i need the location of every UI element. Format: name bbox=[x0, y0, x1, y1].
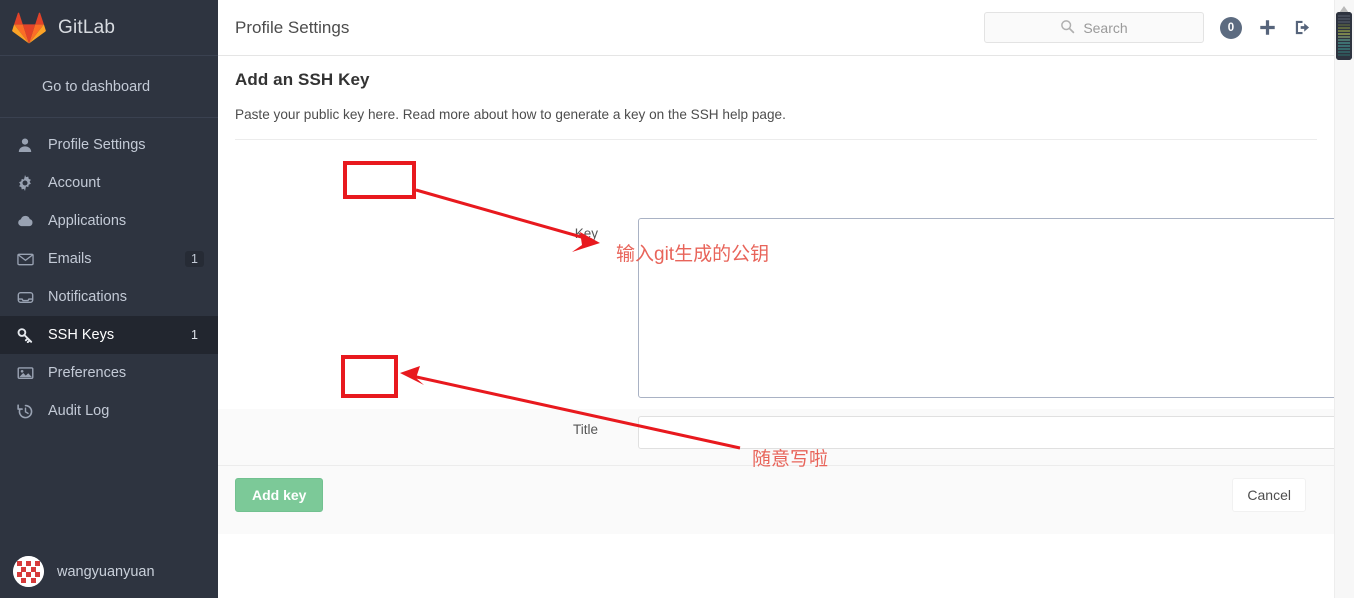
brand-name: GitLab bbox=[58, 16, 116, 38]
panel-header: Add an SSH Key Paste your public key her… bbox=[218, 56, 1334, 122]
go-to-dashboard-link[interactable]: Go to dashboard bbox=[0, 56, 218, 118]
sidebar-nav: Profile Settings Account Applications Email… bbox=[0, 118, 218, 430]
sidebar-username: wangyuanyuan bbox=[57, 563, 155, 580]
sidebar-item-audit-log[interactable]: Audit Log bbox=[0, 392, 218, 430]
envelope-icon bbox=[16, 250, 34, 268]
go-to-dashboard-label: Go to dashboard bbox=[42, 78, 151, 95]
user-icon bbox=[16, 136, 34, 154]
sidebar-item-label: Notifications bbox=[48, 289, 127, 305]
sidebar-item-label: Preferences bbox=[48, 365, 127, 381]
sidebar-item-label: Account bbox=[48, 175, 101, 191]
page-scrollbar-track[interactable] bbox=[1334, 0, 1354, 598]
key-annotation-text: 输入git生成的公钥 bbox=[616, 244, 770, 265]
sidebar-item-label: Audit Log bbox=[48, 403, 110, 419]
section-heading: Add an SSH Key bbox=[235, 70, 370, 89]
title-annotation-text: 随意写啦 bbox=[752, 449, 829, 470]
sidebar-user[interactable]: wangyuanyuan bbox=[0, 545, 218, 598]
sidebar-item-notifications[interactable]: Notifications bbox=[0, 278, 218, 316]
sidebar-item-label: Profile Settings bbox=[48, 137, 146, 153]
sidebar: GitLab Go to dashboard Profile Settings A… bbox=[0, 0, 218, 598]
cancel-button[interactable]: Cancel bbox=[1232, 478, 1306, 512]
scroll-up-arrow-icon[interactable] bbox=[1338, 2, 1350, 13]
sidebar-item-ssh-keys[interactable]: SSH Keys 1 bbox=[0, 316, 218, 354]
page-title: Profile Settings bbox=[235, 17, 350, 37]
form-footer: Add key Cancel bbox=[218, 465, 1334, 534]
search-placeholder: Search bbox=[1083, 19, 1128, 36]
section-description: Paste your public key here. Read more ab… bbox=[235, 107, 786, 122]
sidebar-item-emails[interactable]: Emails 1 bbox=[0, 240, 218, 278]
sidebar-item-preferences[interactable]: Preferences bbox=[0, 354, 218, 392]
sidebar-item-label: Emails bbox=[48, 251, 92, 267]
gitlab-page: GitLab Go to dashboard Profile Settings A… bbox=[0, 0, 1354, 598]
main-content: Add an SSH Key Paste your public key her… bbox=[218, 56, 1334, 598]
sidebar-item-profile-settings[interactable]: Profile Settings bbox=[0, 126, 218, 164]
identicon-avatar bbox=[13, 556, 44, 587]
sidebar-item-applications[interactable]: Applications bbox=[0, 202, 218, 240]
key-icon bbox=[16, 326, 34, 344]
todos-counter-badge[interactable]: 0 bbox=[1220, 16, 1242, 39]
gitlab-tanuki-logo bbox=[12, 12, 46, 44]
sign-out-icon[interactable] bbox=[1293, 18, 1312, 37]
topbar: Profile Settings Search 0 bbox=[218, 0, 1334, 56]
cloud-icon bbox=[16, 212, 34, 230]
title-field-label: Title bbox=[572, 422, 598, 437]
ssh-title-input[interactable] bbox=[638, 416, 1334, 449]
add-key-button[interactable]: Add key bbox=[235, 478, 324, 512]
divider bbox=[235, 139, 1317, 140]
image-icon bbox=[16, 364, 34, 382]
page-bottom-area bbox=[218, 534, 1334, 598]
history-icon bbox=[16, 402, 34, 420]
ssh-key-panel: Add an SSH Key Paste your public key her… bbox=[218, 56, 1334, 449]
key-field-label: Key bbox=[574, 226, 598, 241]
gear-icon bbox=[16, 174, 34, 192]
plus-icon[interactable] bbox=[1258, 18, 1277, 37]
search-icon bbox=[1060, 19, 1075, 37]
sidebar-item-account[interactable]: Account bbox=[0, 164, 218, 202]
sidebar-item-label: SSH Keys bbox=[48, 327, 115, 343]
todos-count: 0 bbox=[1227, 21, 1235, 34]
sidebar-item-label: Applications bbox=[48, 213, 127, 229]
sidebar-item-badge: 1 bbox=[185, 251, 204, 267]
sidebar-item-badge: 1 bbox=[191, 328, 198, 342]
page-scrollbar-thumb[interactable] bbox=[1336, 12, 1352, 60]
sidebar-brand[interactable]: GitLab bbox=[0, 0, 218, 56]
search-input[interactable]: Search bbox=[984, 12, 1204, 43]
inbox-icon bbox=[16, 288, 34, 306]
topbar-actions: Search 0 bbox=[984, 12, 1334, 43]
